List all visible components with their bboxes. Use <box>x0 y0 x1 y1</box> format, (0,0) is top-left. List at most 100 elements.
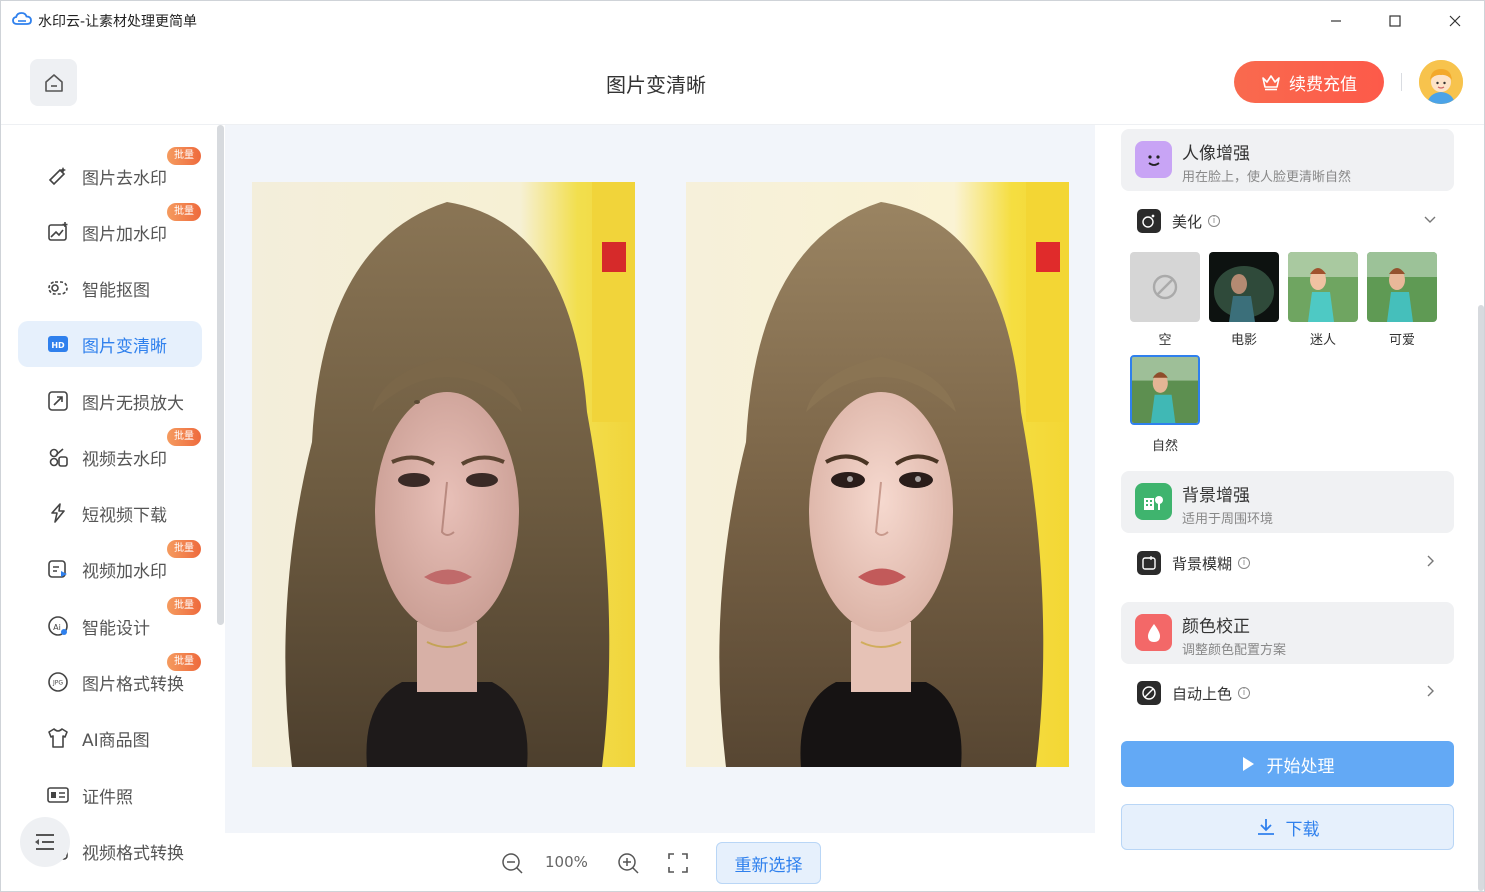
chevron-right-icon[interactable] <box>1423 684 1437 698</box>
title-bar: 水印云-让素材处理更简单 <box>1 1 1484 41</box>
sidebar-item-image-enhance[interactable]: HD 图片变清晰 <box>18 321 202 367</box>
portrait-enhance-card[interactable]: 人像增强 用在脸上，使人脸更清晰自然 <box>1121 129 1454 191</box>
batch-badge: 批量 <box>167 428 201 446</box>
background-enhance-card[interactable]: 背景增强 适用于周围环境 <box>1121 471 1454 533</box>
sidebar-item-add-watermark[interactable]: 图片加水印 批量 <box>18 203 202 255</box>
color-correction-card[interactable]: 颜色校正 调整颜色配置方案 <box>1121 602 1454 664</box>
sidebar-item-smart-cutout[interactable]: 智能抠图 <box>18 265 202 311</box>
vip-recharge-button[interactable]: 续费充值 <box>1234 61 1384 103</box>
preset-film-thumb[interactable] <box>1209 252 1279 322</box>
sidebar-item-label: 证件照 <box>82 787 133 808</box>
sidebar-item-label: 视频格式转换 <box>82 843 184 864</box>
sidebar-item-label: 图片变清晰 <box>82 336 167 357</box>
svg-text:JPG: JPG <box>52 680 63 687</box>
sidebar-scrollbar[interactable] <box>217 125 224 625</box>
page-title: 图片变清晰 <box>606 73 706 97</box>
sidebar-item-ai-product-image[interactable]: AI商品图 <box>18 715 202 761</box>
menu-collapse-icon <box>35 834 54 850</box>
reselect-button[interactable]: 重新选择 <box>716 842 821 884</box>
fullscreen-icon <box>668 853 688 873</box>
sidebar-item-remove-watermark[interactable]: 图片去水印 批量 <box>18 147 202 199</box>
batch-badge: 批量 <box>167 147 201 165</box>
card-title: 人像增强 <box>1182 144 1250 164</box>
preset-label: 自然 <box>1151 439 1178 454</box>
sidebar-item-label: 短视频下载 <box>82 505 167 526</box>
sidebar-item-image-format-convert[interactable]: JPG 图片格式转换 批量 <box>18 653 202 705</box>
svg-text:HD: HD <box>51 341 65 350</box>
preset-label: 迷人 <box>1309 333 1336 348</box>
original-image[interactable] <box>252 182 635 767</box>
image-watermark-icon <box>46 220 70 244</box>
panel-scrollbar[interactable] <box>1478 305 1484 891</box>
preset-none-thumb[interactable] <box>1130 252 1200 322</box>
download-button[interactable]: 下载 <box>1121 804 1454 850</box>
sidebar-item-video-add-watermark[interactable]: 视频加水印 批量 <box>18 540 202 592</box>
background-blur-icon <box>1137 551 1161 575</box>
sidebar-item-short-video-download[interactable]: 短视频下载 <box>18 490 202 536</box>
sidebar-item-smart-design[interactable]: Ai 智能设计 批量 <box>18 597 202 649</box>
preset-charm-thumb[interactable] <box>1288 252 1358 322</box>
info-icon[interactable]: i <box>1238 557 1251 569</box>
option-label: 美化 <box>1172 212 1203 231</box>
portrait-enhanced-image <box>686 182 1069 767</box>
preset-film-image <box>1209 252 1279 322</box>
cutout-icon <box>46 276 70 300</box>
wand-icon <box>46 164 70 188</box>
building-icon <box>1135 483 1172 520</box>
preset-natural-image <box>1132 357 1198 423</box>
option-label: 自动上色 <box>1172 684 1233 703</box>
beautify-option[interactable]: 美化 i <box>1137 206 1437 236</box>
face-icon <box>1135 141 1172 178</box>
svg-text:Ai: Ai <box>53 623 61 632</box>
fit-screen-button[interactable] <box>666 851 690 875</box>
batch-badge: 批量 <box>167 540 201 558</box>
start-processing-button[interactable]: 开始处理 <box>1121 741 1454 787</box>
card-title: 背景增强 <box>1182 486 1250 506</box>
batch-badge: 批量 <box>167 203 201 221</box>
sidebar-item-label: 图片无损放大 <box>82 393 184 414</box>
sidebar-item-label: 智能抠图 <box>82 280 150 301</box>
info-icon[interactable]: i <box>1208 215 1221 227</box>
sidebar-item-id-photo[interactable]: 证件照 <box>18 772 202 818</box>
sidebar-item-label: 图片格式转换 <box>82 674 184 695</box>
sidebar-item-video-remove-watermark[interactable]: 视频去水印 批量 <box>18 428 202 480</box>
chevron-right-icon[interactable] <box>1423 554 1437 568</box>
user-avatar[interactable] <box>1419 60 1463 104</box>
vip-recharge-label: 续费充值 <box>1289 74 1357 95</box>
jpg-icon: JPG <box>46 670 70 694</box>
maximize-button[interactable] <box>1366 1 1424 41</box>
sidebar-item-lossless-enlarge[interactable]: 图片无损放大 <box>18 378 202 424</box>
preset-cute-thumb[interactable] <box>1367 252 1437 322</box>
close-button[interactable] <box>1426 1 1484 41</box>
zoom-in-button[interactable] <box>616 851 640 875</box>
zoom-level: 100% <box>545 853 588 871</box>
sidebar-item-label: 智能设计 <box>82 618 150 639</box>
crown-icon <box>1262 75 1280 91</box>
preset-natural-thumb[interactable] <box>1130 355 1200 425</box>
app-window: 水印云-让素材处理更简单 图片变清晰 续费充值 图片去水印 批量 图片加水印 批… <box>0 0 1485 892</box>
sidebar-item-label: 视频加水印 <box>82 561 167 582</box>
auto-colorize-icon <box>1137 681 1161 705</box>
minimize-button[interactable] <box>1307 1 1365 41</box>
zoom-out-button[interactable] <box>500 851 524 875</box>
info-icon[interactable]: i <box>1238 687 1251 699</box>
sidebar-item-label: 图片加水印 <box>82 224 167 245</box>
preset-cute-image <box>1367 252 1437 322</box>
enhanced-image[interactable] <box>686 182 1069 767</box>
no-filter-icon <box>1152 274 1178 300</box>
window-title: 水印云-让素材处理更简单 <box>38 14 198 30</box>
download-icon <box>1257 819 1274 835</box>
sidebar-collapse-button[interactable] <box>20 817 70 867</box>
close-icon <box>1449 15 1461 27</box>
auto-colorize-option[interactable]: 自动上色 i <box>1137 678 1437 708</box>
chevron-down-icon[interactable] <box>1423 212 1437 226</box>
enlarge-icon <box>46 389 70 413</box>
preview-canvas <box>225 125 1095 833</box>
batch-badge: 批量 <box>167 653 201 671</box>
background-blur-option[interactable]: 背景模糊 i <box>1137 548 1437 578</box>
home-button[interactable] <box>30 59 77 106</box>
card-subtitle: 用在脸上，使人脸更清晰自然 <box>1182 170 1352 185</box>
avatar-icon <box>1419 60 1463 104</box>
zoom-out-icon <box>502 853 523 874</box>
cloud-logo-icon <box>12 12 32 25</box>
